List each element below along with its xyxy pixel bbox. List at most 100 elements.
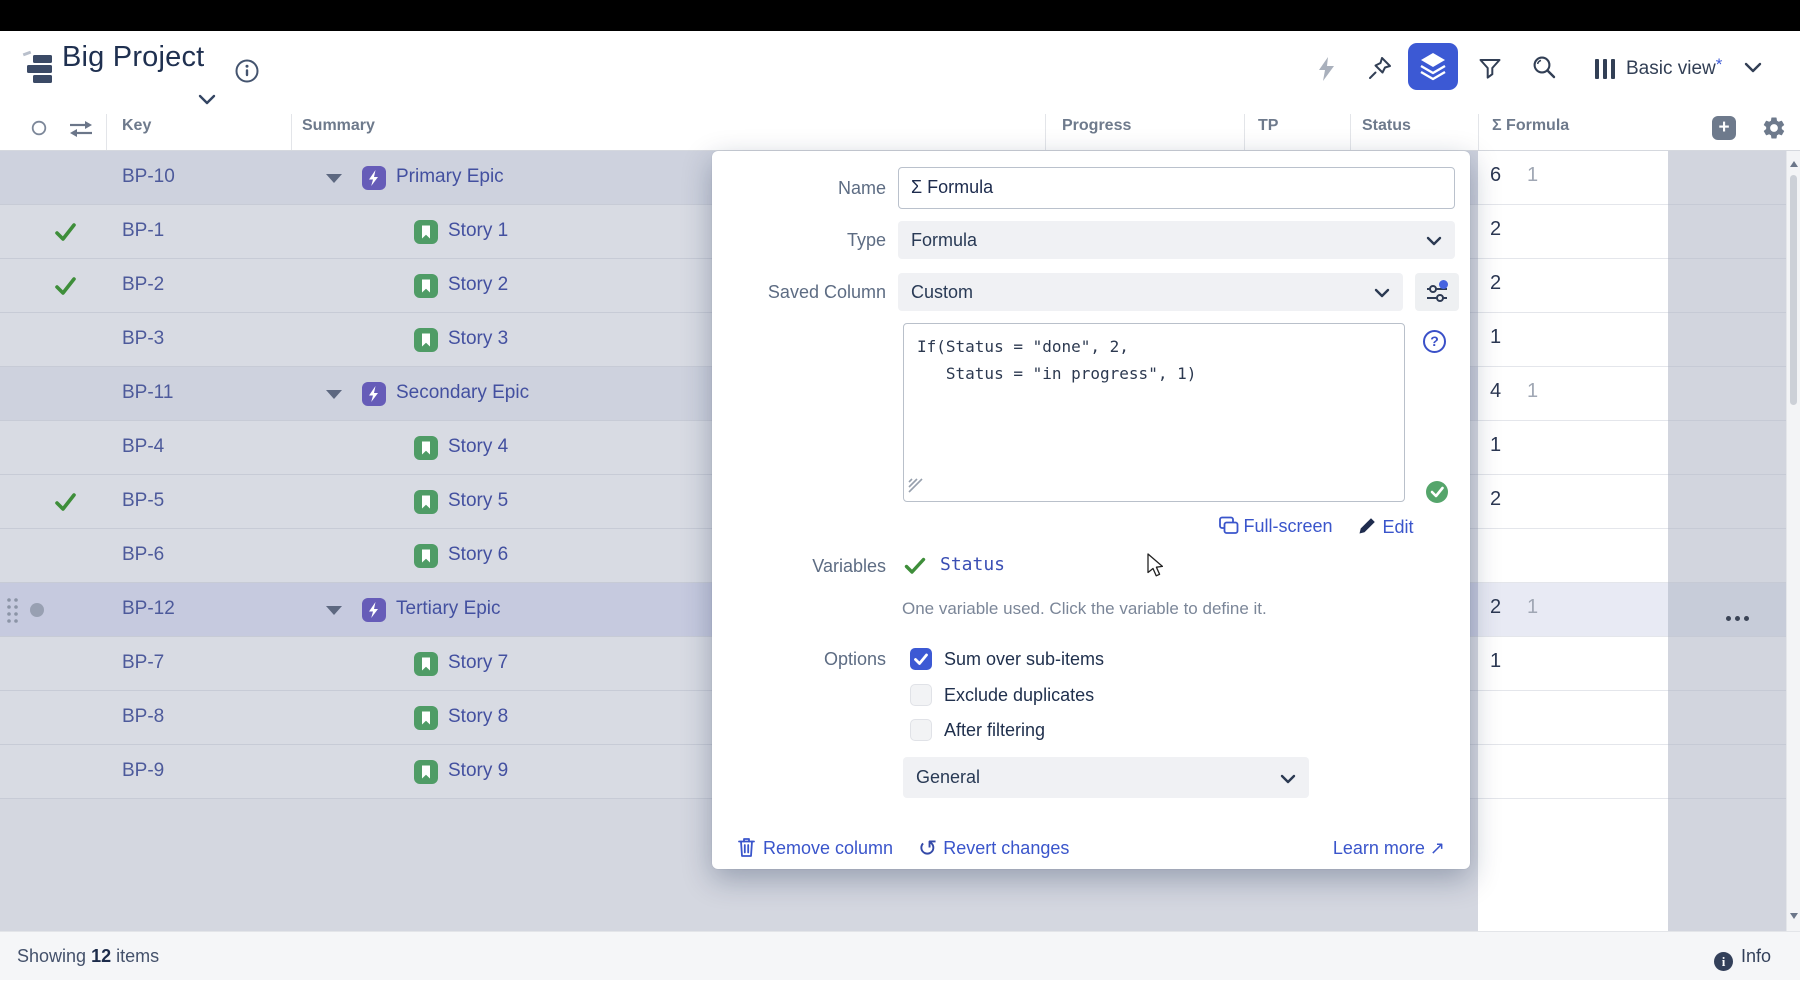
scroll-up-icon[interactable] [1790, 161, 1798, 167]
saved-column-select[interactable]: Custom [898, 273, 1403, 311]
add-column-button[interactable]: + [1712, 116, 1736, 140]
formula-cell[interactable] [1478, 745, 1668, 799]
search-icon[interactable] [1532, 55, 1558, 82]
scope-select[interactable]: General [903, 757, 1309, 798]
issue-summary[interactable]: Story 3 [448, 328, 508, 350]
issue-key[interactable]: BP-6 [122, 544, 164, 566]
type-label: Type [712, 221, 886, 259]
status-bar: Showing 12 items iInfo [0, 931, 1800, 980]
status-dot-icon [30, 603, 44, 617]
issue-summary[interactable]: Story 7 [448, 652, 508, 674]
issue-summary[interactable]: Story 5 [448, 490, 508, 512]
formula-cell[interactable]: 6 1 [1478, 151, 1668, 205]
formula-cell[interactable]: 2 [1478, 205, 1668, 259]
option-label[interactable]: After filtering [944, 719, 1045, 741]
option-label[interactable]: Sum over sub-items [944, 648, 1104, 670]
column-header-summary[interactable]: Summary [302, 117, 375, 135]
lightning-icon[interactable] [1316, 56, 1338, 82]
view-chevron-down-icon[interactable] [1744, 62, 1762, 74]
filter-icon[interactable] [1478, 58, 1502, 80]
info-icon[interactable] [234, 58, 260, 84]
view-name: Basic view [1626, 58, 1716, 79]
issue-key[interactable]: BP-2 [122, 274, 164, 296]
scrollbar-thumb[interactable] [1790, 175, 1797, 405]
info-button[interactable]: iInfo [1714, 932, 1771, 980]
variables-label: Variables [712, 554, 886, 578]
checkbox-after-filtering[interactable] [910, 719, 932, 741]
issue-key[interactable]: BP-10 [122, 166, 175, 188]
column-header-tp[interactable]: TP [1258, 117, 1278, 135]
edit-link[interactable]: Edit [1357, 515, 1413, 539]
story-icon [414, 652, 438, 676]
scroll-down-icon[interactable] [1790, 913, 1798, 919]
drag-handle-icon[interactable] [6, 597, 20, 623]
issue-key[interactable]: BP-12 [122, 598, 175, 620]
collapse-triangle-icon[interactable] [326, 606, 342, 615]
issue-summary[interactable]: Story 2 [448, 274, 508, 296]
issue-key[interactable]: BP-5 [122, 490, 164, 512]
issue-summary[interactable]: Story 4 [448, 436, 508, 458]
issue-summary[interactable]: Story 8 [448, 706, 508, 728]
formula-cell[interactable] [1478, 691, 1668, 745]
structure-logo-icon [25, 52, 55, 86]
help-icon[interactable]: ? [1423, 330, 1446, 353]
formula-cell[interactable] [1478, 529, 1668, 583]
formula-cell[interactable]: 1 [1478, 421, 1668, 475]
sliders-icon [1425, 280, 1449, 304]
issue-key[interactable]: BP-1 [122, 220, 164, 242]
fullscreen-link[interactable]: Full-screen [1217, 515, 1332, 539]
issue-summary[interactable]: Tertiary Epic [396, 598, 501, 620]
issue-key[interactable]: BP-7 [122, 652, 164, 674]
issue-summary[interactable]: Story 1 [448, 220, 508, 242]
vertical-scrollbar[interactable] [1786, 151, 1800, 931]
column-header-status[interactable]: Status [1362, 117, 1411, 135]
issue-key[interactable]: BP-3 [122, 328, 164, 350]
checkbox-exclude-duplicates[interactable] [910, 684, 932, 706]
view-modified-indicator: * [1716, 55, 1723, 74]
resize-grip-icon[interactable] [908, 478, 926, 496]
formula-editor[interactable]: If(Status = "done", 2, Status = "in prog… [903, 323, 1405, 502]
issue-summary[interactable]: Story 6 [448, 544, 508, 566]
column-settings-button[interactable] [1415, 273, 1459, 311]
issue-summary[interactable]: Primary Epic [396, 166, 504, 188]
progress-circle-icon[interactable] [31, 120, 48, 137]
issue-key[interactable]: BP-8 [122, 706, 164, 728]
learn-more-link[interactable]: Learn more ↗ [1333, 835, 1445, 862]
option-label[interactable]: Exclude duplicates [944, 684, 1094, 706]
remove-column-link[interactable]: Remove column [737, 835, 893, 861]
issue-key[interactable]: BP-9 [122, 760, 164, 782]
name-input[interactable]: Σ Formula [898, 167, 1455, 209]
formula-cell[interactable]: 1 [1478, 313, 1668, 367]
checkbox-sum-over-subitems[interactable] [910, 648, 932, 670]
issue-key[interactable]: BP-4 [122, 436, 164, 458]
column-header-formula[interactable]: Σ Formula [1492, 117, 1569, 135]
mouse-cursor [1146, 553, 1170, 579]
formula-cell[interactable]: 2 [1478, 259, 1668, 313]
type-select[interactable]: Formula [898, 221, 1455, 259]
table-header: Key Summary Progress TP Status Σ Formula… [0, 106, 1800, 151]
issue-summary[interactable]: Story 9 [448, 760, 508, 782]
issue-key[interactable]: BP-11 [122, 382, 173, 404]
pencil-icon [1357, 515, 1378, 536]
formula-cell[interactable]: 2 [1478, 475, 1668, 529]
swap-arrows-icon[interactable] [68, 121, 94, 137]
title-chevron-down-icon[interactable] [198, 94, 216, 106]
badge-dot [1439, 280, 1448, 289]
collapse-triangle-icon[interactable] [326, 390, 342, 399]
columns-icon[interactable] [1594, 58, 1618, 80]
gear-icon[interactable] [1761, 115, 1787, 141]
issue-summary[interactable]: Secondary Epic [396, 382, 529, 404]
pin-icon[interactable] [1366, 55, 1394, 83]
revert-changes-link[interactable]: ↺Revert changes [918, 835, 1069, 862]
column-header-progress[interactable]: Progress [1062, 117, 1131, 135]
fullscreen-icon [1217, 515, 1239, 536]
formula-cell[interactable]: 4 1 [1478, 367, 1668, 421]
formula-cell[interactable]: 2 1 [1478, 583, 1668, 637]
row-menu-button[interactable] [1726, 608, 1753, 626]
collapse-triangle-icon[interactable] [326, 174, 342, 183]
formula-cell[interactable]: 1 [1478, 637, 1668, 691]
view-selector[interactable]: Basic view* [1626, 55, 1722, 80]
variable-status-link[interactable]: Status [940, 554, 1005, 575]
layers-button[interactable] [1408, 43, 1458, 90]
column-header-key[interactable]: Key [122, 117, 151, 135]
